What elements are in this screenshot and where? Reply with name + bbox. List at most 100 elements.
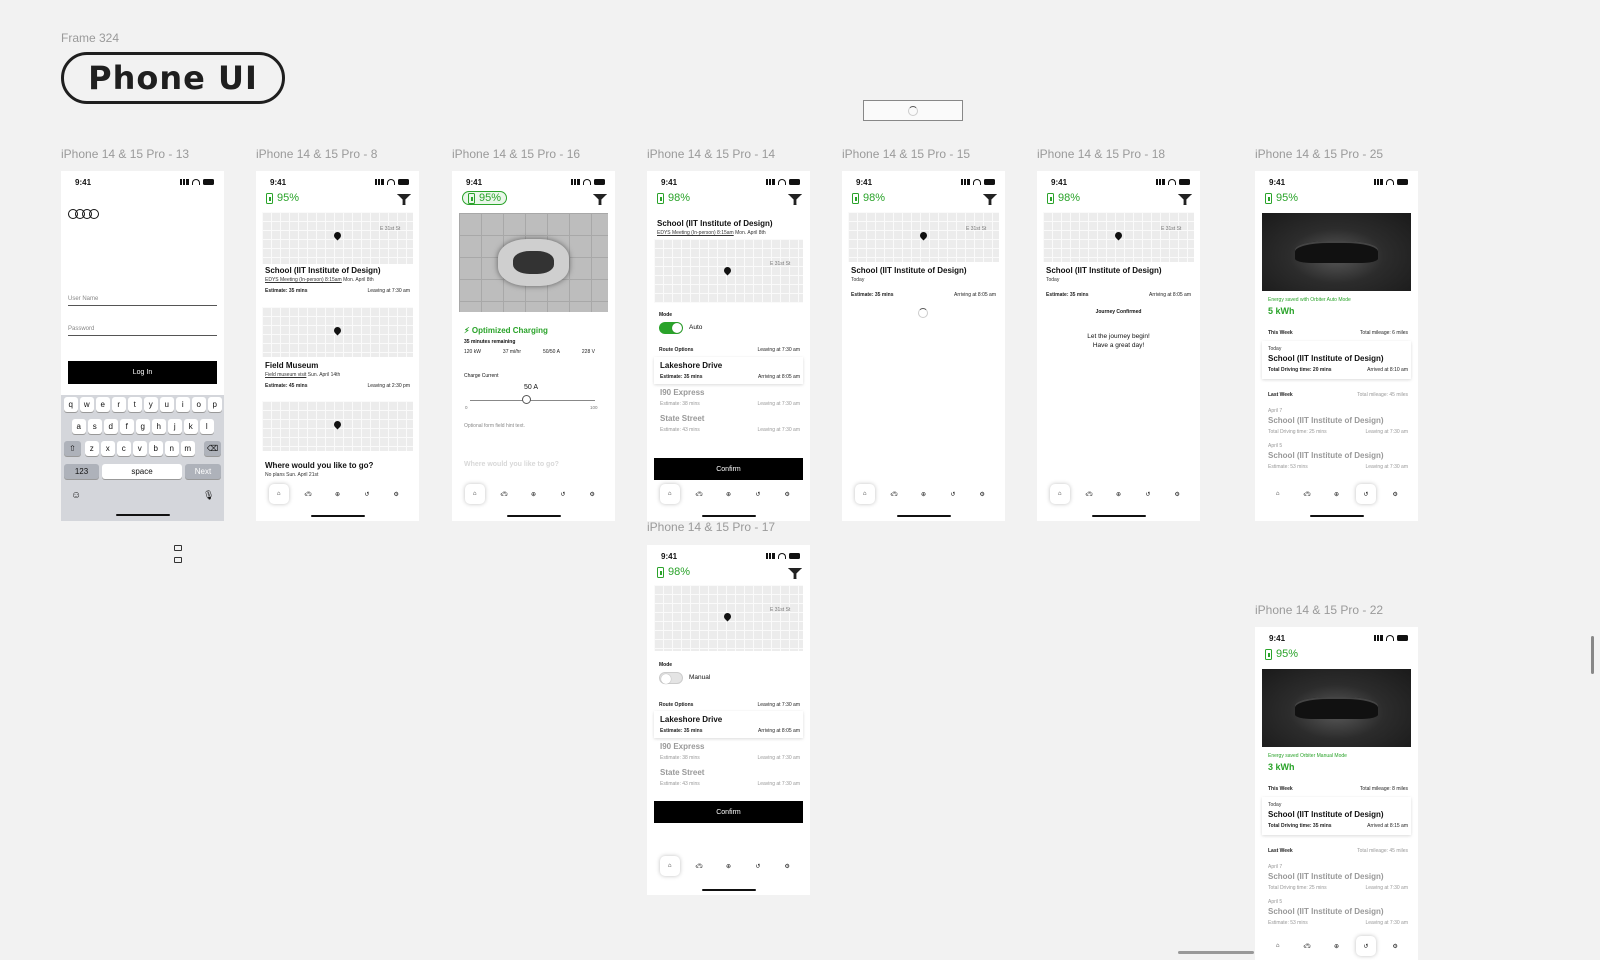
battery-percentage[interactable]: 95% [462, 191, 508, 205]
gear-icon[interactable]: ⚙ [777, 856, 797, 876]
key-o[interactable]: o [192, 397, 206, 412]
trip-title-past[interactable]: School (IIT Institute of Design) [1268, 872, 1384, 881]
key-j[interactable]: j [168, 419, 182, 434]
route-option-state[interactable]: State Street [660, 414, 704, 423]
map-school[interactable]: E 31st St [848, 212, 999, 262]
shift-key[interactable]: ⇧ [64, 441, 81, 456]
car-icon[interactable]: 🚗︎ [298, 484, 318, 504]
car-icon[interactable]: 🚗︎ [689, 856, 709, 876]
confirm-button[interactable]: Confirm [654, 458, 803, 480]
car-icon[interactable]: 🚗︎ [689, 484, 709, 504]
frame-caption-13[interactable]: iPhone 14 & 15 Pro - 13 [61, 147, 189, 161]
key-w[interactable]: w [80, 397, 94, 412]
plus-circle-icon[interactable]: ⊕ [1108, 484, 1128, 504]
key-e[interactable]: e [96, 397, 110, 412]
plus-circle-icon[interactable]: ⊕ [523, 484, 543, 504]
car-icon[interactable]: 🚗︎ [494, 484, 514, 504]
frame-caption-15[interactable]: iPhone 14 & 15 Pro - 15 [842, 147, 970, 161]
key-q[interactable]: q [64, 397, 78, 412]
trip-title-school[interactable]: School (IIT Institute of Design) [265, 266, 381, 275]
trip-title-past[interactable]: School (IIT Institute of Design) [1268, 416, 1384, 425]
car-icon[interactable]: 🚗︎ [884, 484, 904, 504]
plus-circle-icon[interactable]: ⊕ [327, 484, 347, 504]
home-icon[interactable]: ⌂ [854, 484, 875, 504]
gear-icon[interactable]: ⚙ [1385, 484, 1405, 504]
backspace-key[interactable]: ⌫ [204, 441, 221, 456]
car-icon[interactable]: 🚗︎ [1297, 936, 1317, 956]
mode-toggle[interactable] [659, 672, 683, 684]
key-s[interactable]: s [88, 419, 102, 434]
history-icon[interactable]: ↺ [1355, 484, 1376, 504]
frame-caption-14[interactable]: iPhone 14 & 15 Pro - 14 [647, 147, 775, 161]
confirm-button[interactable]: Confirm [654, 801, 803, 823]
route-option-i90[interactable]: I90 Express [660, 388, 704, 397]
home-icon[interactable]: ⌂ [1268, 484, 1288, 504]
map-school[interactable]: E 31st St [1043, 212, 1194, 262]
key-t[interactable]: t [128, 397, 142, 412]
key-u[interactable]: u [160, 397, 174, 412]
frame-caption-16[interactable]: iPhone 14 & 15 Pro - 16 [452, 147, 580, 161]
key-x[interactable]: x [101, 441, 115, 456]
space-key[interactable]: space [102, 464, 182, 479]
filter-icon[interactable] [788, 568, 800, 576]
key-h[interactable]: h [152, 419, 166, 434]
vertical-scrollbar[interactable] [1591, 636, 1594, 674]
map-new[interactable] [262, 401, 413, 451]
home-icon[interactable]: ⌂ [1049, 484, 1070, 504]
history-icon[interactable]: ↺ [1138, 484, 1158, 504]
username-input[interactable]: User Name [68, 296, 217, 306]
home-icon[interactable]: ⌂ [464, 484, 485, 504]
history-icon[interactable]: ↺ [943, 484, 963, 504]
key-n[interactable]: n [165, 441, 179, 456]
map-museum[interactable] [262, 307, 413, 357]
plus-circle-icon[interactable]: ⊕ [913, 484, 933, 504]
mode-toggle[interactable] [659, 322, 683, 334]
frame-caption-17[interactable]: iPhone 14 & 15 Pro - 17 [647, 520, 775, 534]
route-option-i90[interactable]: I90 Express [660, 742, 704, 751]
gear-icon[interactable]: ⚙ [1385, 936, 1405, 956]
horizontal-scrollbar[interactable] [1178, 951, 1254, 954]
gear-icon[interactable]: ⚙ [386, 484, 406, 504]
key-v[interactable]: v [133, 441, 147, 456]
history-icon[interactable]: ↺ [553, 484, 573, 504]
emoji-icon[interactable]: ☺ [71, 490, 81, 501]
key-z[interactable]: z [85, 441, 99, 456]
gear-icon[interactable]: ⚙ [1167, 484, 1187, 504]
history-icon[interactable]: ↺ [748, 856, 768, 876]
key-c[interactable]: c [117, 441, 131, 456]
key-p[interactable]: p [208, 397, 222, 412]
charge-current-slider[interactable] [470, 400, 595, 401]
key-f[interactable]: f [120, 419, 134, 434]
key-a[interactable]: a [72, 419, 86, 434]
key-b[interactable]: b [149, 441, 163, 456]
frame-caption-18[interactable]: iPhone 14 & 15 Pro - 18 [1037, 147, 1165, 161]
slider-handle[interactable] [521, 395, 531, 404]
password-input[interactable]: Password [68, 326, 217, 336]
map-school[interactable]: E 31st St [262, 212, 413, 264]
route-map[interactable]: E 31st St [654, 239, 803, 303]
plus-circle-icon[interactable]: ⊕ [718, 484, 738, 504]
filter-icon[interactable] [1178, 194, 1190, 202]
key-g[interactable]: g [136, 419, 150, 434]
gear-icon[interactable]: ⚙ [582, 484, 602, 504]
car-icon[interactable]: 🚗︎ [1297, 484, 1317, 504]
car-icon[interactable]: 🚗︎ [1079, 484, 1099, 504]
key-k[interactable]: k [184, 419, 198, 434]
where-prompt[interactable]: Where would you like to go? [265, 461, 373, 470]
history-icon[interactable]: ↺ [1355, 936, 1376, 956]
frame-caption-25[interactable]: iPhone 14 & 15 Pro - 25 [1255, 147, 1383, 161]
login-button[interactable]: Log In [68, 361, 217, 384]
home-icon[interactable]: ⌂ [659, 856, 680, 876]
filter-icon[interactable] [397, 194, 409, 202]
numbers-key[interactable]: 123 [64, 464, 99, 479]
next-key[interactable]: Next [185, 464, 221, 479]
key-m[interactable]: m [181, 441, 195, 456]
history-icon[interactable]: ↺ [748, 484, 768, 504]
home-icon[interactable]: ⌂ [1268, 936, 1288, 956]
microphone-icon[interactable]: 🎙 [203, 490, 214, 501]
filter-icon[interactable] [593, 194, 605, 202]
plus-circle-icon[interactable]: ⊕ [718, 856, 738, 876]
key-l[interactable]: l [200, 419, 214, 434]
trip-title-past[interactable]: School (IIT Institute of Design) [1268, 907, 1384, 916]
frame-caption-8[interactable]: iPhone 14 & 15 Pro - 8 [256, 147, 377, 161]
